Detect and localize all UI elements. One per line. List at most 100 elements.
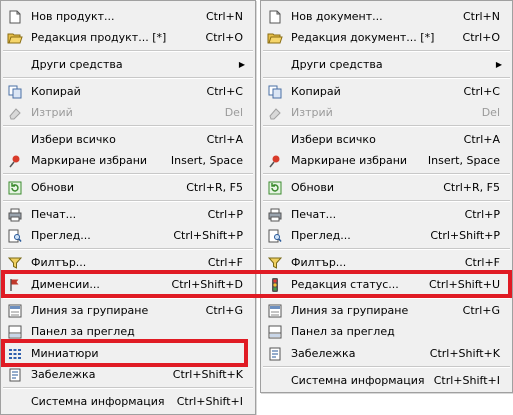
menu-item-shortcut: Del — [224, 106, 243, 119]
menu-item-select-all[interactable]: Избери всичко Ctrl+A — [1, 129, 255, 151]
traffic-light-icon — [267, 278, 283, 292]
menu-item-edit-status[interactable]: Редакция статус... Ctrl+Shift+U — [261, 274, 512, 296]
menu-item-shortcut: Ctrl+O — [462, 31, 500, 44]
menu-item-other-tools[interactable]: Други средства ▶ — [261, 54, 512, 76]
menu-item-label: Миниатюри — [31, 347, 99, 360]
preview-panel-icon — [267, 325, 283, 339]
menu-item-print[interactable]: Печат... Ctrl+P — [261, 204, 512, 226]
menu-item-label: Изтрий — [291, 106, 333, 119]
menu-item-label: Печат... — [291, 208, 337, 221]
menu-item-label: Панел за преглед — [31, 325, 135, 338]
menu-separator — [3, 248, 253, 250]
print-preview-icon — [7, 229, 23, 243]
printer-icon — [267, 208, 283, 222]
menu-item-shortcut: Ctrl+F — [207, 256, 243, 269]
menu-item-shortcut: Ctrl+A — [206, 133, 243, 146]
menu-item-delete[interactable]: Изтрий Del — [1, 102, 255, 124]
menu-separator — [263, 366, 510, 368]
menu-item-label: Избери всичко — [31, 133, 116, 146]
flag-icon — [7, 278, 23, 292]
menu-item-shortcut: Ctrl+F — [464, 256, 500, 269]
menu-item-system-info[interactable]: Системна информация Ctrl+Shift+I — [1, 391, 255, 413]
menu-item-shortcut: Ctrl+N — [205, 10, 243, 23]
submenu-arrow-icon: ▶ — [238, 60, 245, 69]
menu-separator — [263, 125, 510, 127]
menu-separator — [263, 200, 510, 202]
menu-separator — [263, 173, 510, 175]
menu-separator — [263, 248, 510, 250]
menu-item-note[interactable]: Забележка Ctrl+Shift+K — [1, 364, 255, 386]
thumbnails-icon — [7, 347, 23, 361]
menu-item-other-tools[interactable]: Други средства ▶ — [1, 54, 255, 76]
menu-item-copy[interactable]: Копирай Ctrl+C — [261, 81, 512, 103]
menu-item-print[interactable]: Печат... Ctrl+P — [1, 204, 255, 226]
menu-item-label: Други средства — [291, 58, 383, 71]
menu-item-preview-panel[interactable]: Панел за преглед — [261, 321, 512, 343]
menu-item-select-all[interactable]: Избери всичко Ctrl+A — [261, 129, 512, 151]
menu-item-label: Печат... — [31, 208, 77, 221]
menu-item-shortcut: Ctrl+Shift+P — [430, 229, 500, 242]
menu-item-label: Линия за групиране — [291, 304, 409, 317]
menu-item-shortcut: Ctrl+P — [207, 208, 243, 221]
filter-icon — [267, 256, 283, 270]
menu-item-shortcut: Ctrl+Shift+P — [173, 229, 243, 242]
menu-item-shortcut: Ctrl+Shift+D — [171, 278, 243, 291]
menu-item-dimensions[interactable]: Дименсии... Ctrl+Shift+D — [1, 274, 255, 296]
menu-item-label: Нов продукт... — [31, 10, 115, 23]
menu-item-note[interactable]: Забележка Ctrl+Shift+K — [261, 343, 512, 365]
menu-separator — [3, 125, 253, 127]
menu-item-filter[interactable]: Филтър... Ctrl+F — [1, 252, 255, 274]
menu-item-edit-product[interactable]: Редакция продукт... [*] Ctrl+O — [1, 27, 255, 49]
menu-item-shortcut: Ctrl+R, F5 — [186, 181, 243, 194]
menu-item-preview-panel[interactable]: Панел за преглед — [1, 321, 255, 343]
menu-item-label: Избери всичко — [291, 133, 376, 146]
preview-panel-icon — [7, 325, 23, 339]
copy-icon — [267, 85, 283, 99]
menu-item-group-line[interactable]: Линия за групиране Ctrl+G — [1, 300, 255, 322]
menu-item-print-preview[interactable]: Преглед... Ctrl+Shift+P — [261, 225, 512, 247]
menu-item-copy[interactable]: Копирай Ctrl+C — [1, 81, 255, 103]
menu-item-mark-selected[interactable]: Маркиране избрани Insert, Space — [1, 150, 255, 172]
menu-item-edit-document[interactable]: Редакция документ... [*] Ctrl+O — [261, 27, 512, 49]
menu-item-label: Копирай — [291, 85, 341, 98]
new-document-icon — [267, 10, 283, 24]
menu-item-label: Системна информация — [291, 374, 425, 387]
note-icon — [7, 368, 23, 382]
menu-item-shortcut: Ctrl+C — [463, 85, 500, 98]
menu-item-print-preview[interactable]: Преглед... Ctrl+Shift+P — [1, 225, 255, 247]
menu-item-shortcut: Ctrl+Shift+K — [429, 347, 500, 360]
menu-item-label: Редакция документ... [*] — [291, 31, 435, 44]
menu-item-mark-selected[interactable]: Маркиране избрани Insert, Space — [261, 150, 512, 172]
menu-item-delete[interactable]: Изтрий Del — [261, 102, 512, 124]
copy-icon — [7, 85, 23, 99]
menu-item-filter[interactable]: Филтър... Ctrl+F — [261, 252, 512, 274]
menu-item-label: Други средства — [31, 58, 123, 71]
menu-separator — [3, 387, 253, 389]
menu-item-label: Филтър... — [31, 256, 87, 269]
menu-separator — [3, 200, 253, 202]
menu-item-label: Маркиране избрани — [31, 154, 148, 167]
menu-item-label: Копирай — [31, 85, 81, 98]
menu-item-shortcut: Ctrl+P — [464, 208, 500, 221]
refresh-icon — [7, 181, 23, 195]
menu-item-refresh[interactable]: Обнови Ctrl+R, F5 — [261, 177, 512, 199]
submenu-arrow-icon: ▶ — [495, 60, 502, 69]
menu-item-shortcut: Ctrl+Shift+K — [172, 368, 243, 381]
menu-item-label: Панел за преглед — [291, 325, 395, 338]
menu-item-shortcut: Ctrl+Shift+I — [176, 395, 243, 408]
menu-item-system-info[interactable]: Системна информация Ctrl+Shift+I — [261, 370, 512, 392]
menu-item-group-line[interactable]: Линия за групиране Ctrl+G — [261, 300, 512, 322]
menu-item-label: Редакция статус... — [291, 278, 399, 291]
menu-item-shortcut: Insert, Space — [427, 154, 500, 167]
printer-icon — [7, 208, 23, 222]
menu-separator — [3, 173, 253, 175]
menu-item-shortcut: Ctrl+Shift+I — [433, 374, 500, 387]
menu-item-new-document[interactable]: Нов документ... Ctrl+N — [261, 6, 512, 28]
menu-item-thumbnails[interactable]: Миниатюри — [1, 343, 255, 365]
left-context-menu: Нов продукт... Ctrl+N Редакция продукт..… — [0, 0, 256, 415]
menu-item-shortcut: Ctrl+Shift+U — [428, 278, 500, 291]
menu-item-refresh[interactable]: Обнови Ctrl+R, F5 — [1, 177, 255, 199]
refresh-icon — [267, 181, 283, 195]
menu-item-new-product[interactable]: Нов продукт... Ctrl+N — [1, 6, 255, 28]
menu-item-label: Нов документ... — [291, 10, 383, 23]
